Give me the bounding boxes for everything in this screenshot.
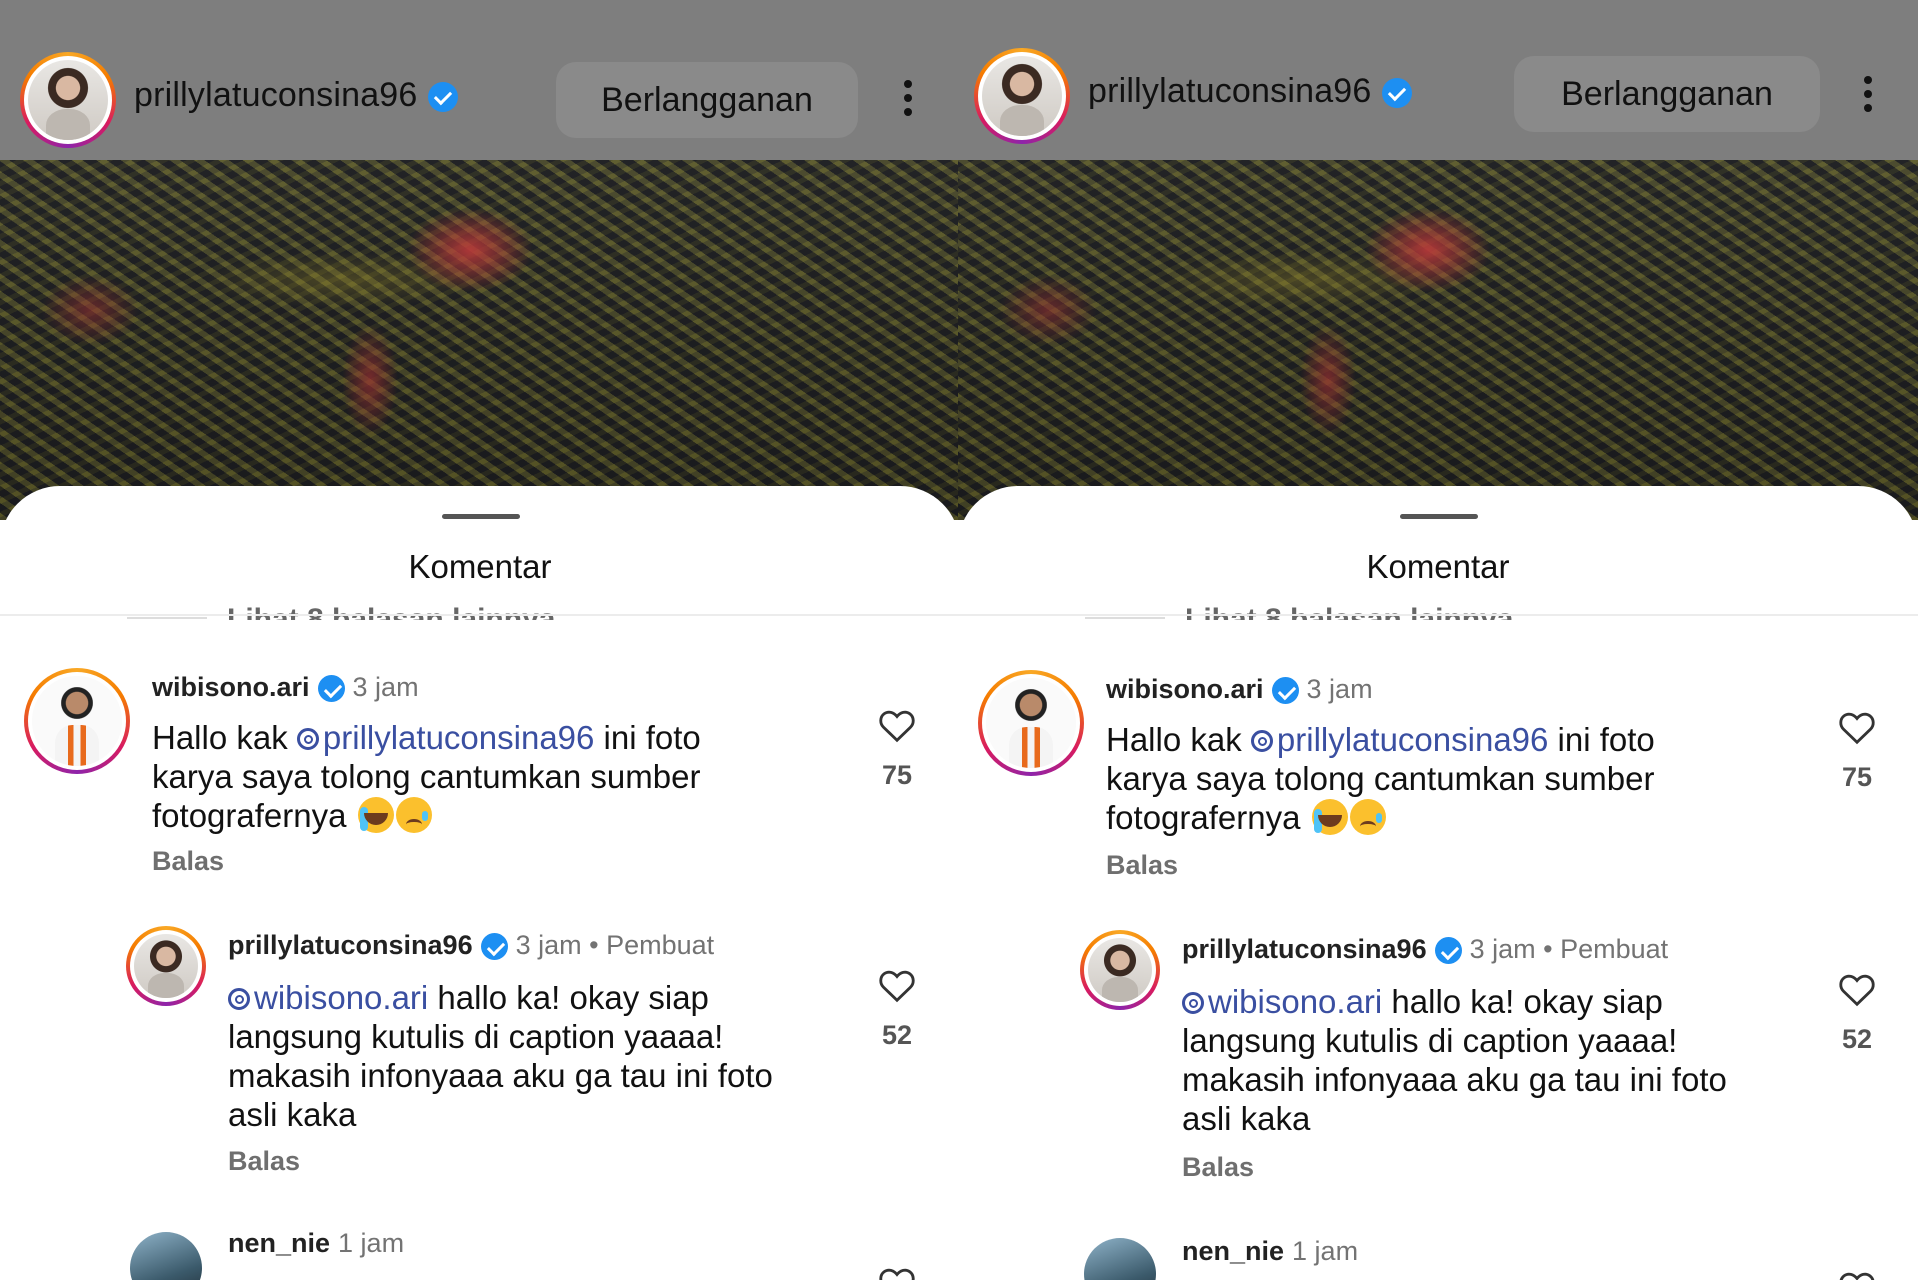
comment-time: 3 jam: [1306, 674, 1373, 704]
heart-icon[interactable]: [1838, 1270, 1876, 1280]
verified-badge-icon: [427, 82, 458, 113]
header-username[interactable]: prillylatuconsina96: [134, 76, 458, 115]
comment-text: Hallo kak prillylatuconsina96 ini foto k…: [152, 719, 701, 834]
like-count: 52: [881, 1020, 913, 1050]
header-username[interactable]: prillylatuconsina96: [1088, 72, 1412, 111]
view-more-replies[interactable]: Lihat 8 balasan lainnya: [227, 600, 555, 620]
comments-sheet: Komentar Lihat 8 balasan lainnya wibison…: [958, 486, 1918, 1280]
comment-username[interactable]: prillylatuconsina96 3 jam • Pembuat: [228, 930, 714, 961]
avatar[interactable]: [1080, 930, 1160, 1010]
heart-icon[interactable]: [878, 1266, 916, 1280]
mention-link[interactable]: wibisono.ari: [228, 979, 428, 1016]
comment-time: 3 jam: [1469, 934, 1536, 964]
crying-emoji-icon: [357, 797, 394, 833]
verified-badge-icon: [1381, 78, 1412, 109]
mention-link[interactable]: prillylatuconsina96: [296, 719, 594, 756]
at-icon: [1182, 992, 1204, 1014]
like-count: 52: [1841, 1024, 1873, 1054]
header-divider: [0, 614, 960, 616]
drag-handle[interactable]: [442, 514, 520, 519]
replies-line: [127, 617, 207, 619]
drag-handle[interactable]: [1400, 514, 1478, 519]
verified-badge-icon: [1434, 937, 1462, 965]
verified-badge-icon: [480, 933, 508, 961]
profile-avatar[interactable]: [974, 48, 1070, 144]
comment-username[interactable]: wibisono.ari 3 jam: [1106, 674, 1373, 705]
reply-button[interactable]: Balas: [1182, 1152, 1254, 1183]
reply-button[interactable]: Balas: [152, 846, 224, 877]
view-more-replies[interactable]: Lihat 8 balasan lainnya: [1185, 600, 1513, 620]
comments-sheet: Komentar Lihat 8 balasan lainnya wibison…: [0, 486, 960, 1280]
header-divider: [958, 614, 1918, 616]
mention-link[interactable]: prillylatuconsina96: [1250, 721, 1548, 758]
verified-badge-icon: [1271, 677, 1299, 705]
heart-icon[interactable]: [878, 968, 916, 1004]
mention-link[interactable]: wibisono.ari: [1182, 983, 1382, 1020]
kebab-menu-icon[interactable]: [902, 80, 914, 120]
at-icon: [296, 728, 319, 750]
like-count: 75: [881, 760, 913, 790]
comment-text: Hallo kak prillylatuconsina96 ini foto k…: [1106, 721, 1655, 836]
comment-text: wibisono.ari hallo ka! okay siap langsun…: [1182, 983, 1727, 1137]
comment-username[interactable]: prillylatuconsina96 3 jam • Pembuat: [1182, 934, 1668, 965]
avatar[interactable]: [24, 668, 130, 774]
profile-avatar[interactable]: [20, 52, 116, 148]
like-count: 75: [1841, 762, 1873, 792]
sad-emoji-icon: [395, 797, 432, 833]
post-photo: [0, 160, 960, 520]
comment-text: wibisono.ari hallo ka! okay siap langsun…: [228, 979, 773, 1133]
avatar[interactable]: [978, 670, 1084, 776]
comment-time: 3 jam: [515, 930, 582, 960]
reply-button[interactable]: Balas: [228, 1146, 300, 1177]
comment-time: 3 jam: [352, 672, 419, 702]
heart-icon[interactable]: [878, 708, 916, 744]
replies-line: [1085, 617, 1165, 619]
creator-label: Pembuat: [1560, 934, 1669, 964]
heart-icon[interactable]: [1838, 972, 1876, 1008]
heart-icon[interactable]: [1838, 710, 1876, 746]
sheet-title: Komentar: [1366, 548, 1510, 585]
verified-badge-icon: [317, 675, 345, 703]
creator-label: Pembuat: [606, 930, 715, 960]
comment-username[interactable]: nen_nie 1 jam: [1182, 1236, 1358, 1267]
reply-button[interactable]: Balas: [1106, 850, 1178, 881]
avatar[interactable]: [126, 926, 206, 1006]
at-icon: [1250, 730, 1273, 752]
sheet-title: Komentar: [408, 548, 552, 585]
avatar[interactable]: [1084, 1238, 1156, 1280]
screen-left: prillylatuconsina96 Berlangganan Komenta…: [0, 0, 960, 1280]
sad-emoji-icon: [1349, 799, 1386, 835]
post-header: prillylatuconsina96 Berlangganan: [0, 0, 960, 160]
comparison-screenshots: prillylatuconsina96 Berlangganan Komenta…: [0, 0, 1920, 1280]
post-header: prillylatuconsina96 Berlangganan: [958, 0, 1918, 160]
comment-username[interactable]: wibisono.ari 3 jam: [152, 672, 419, 703]
comment-time: 1 jam: [1292, 1236, 1359, 1266]
crying-emoji-icon: [1311, 799, 1348, 835]
screen-right: prillylatuconsina96 Berlangganan Komenta…: [958, 0, 1918, 1280]
comment-time: 1 jam: [338, 1228, 405, 1258]
avatar[interactable]: [130, 1232, 202, 1280]
subscribe-button[interactable]: Berlangganan: [1514, 56, 1820, 132]
at-icon: [228, 988, 250, 1010]
comment-username[interactable]: nen_nie 1 jam: [228, 1228, 404, 1259]
post-photo: [958, 160, 1918, 520]
subscribe-button[interactable]: Berlangganan: [556, 62, 858, 138]
kebab-menu-icon[interactable]: [1862, 76, 1874, 116]
